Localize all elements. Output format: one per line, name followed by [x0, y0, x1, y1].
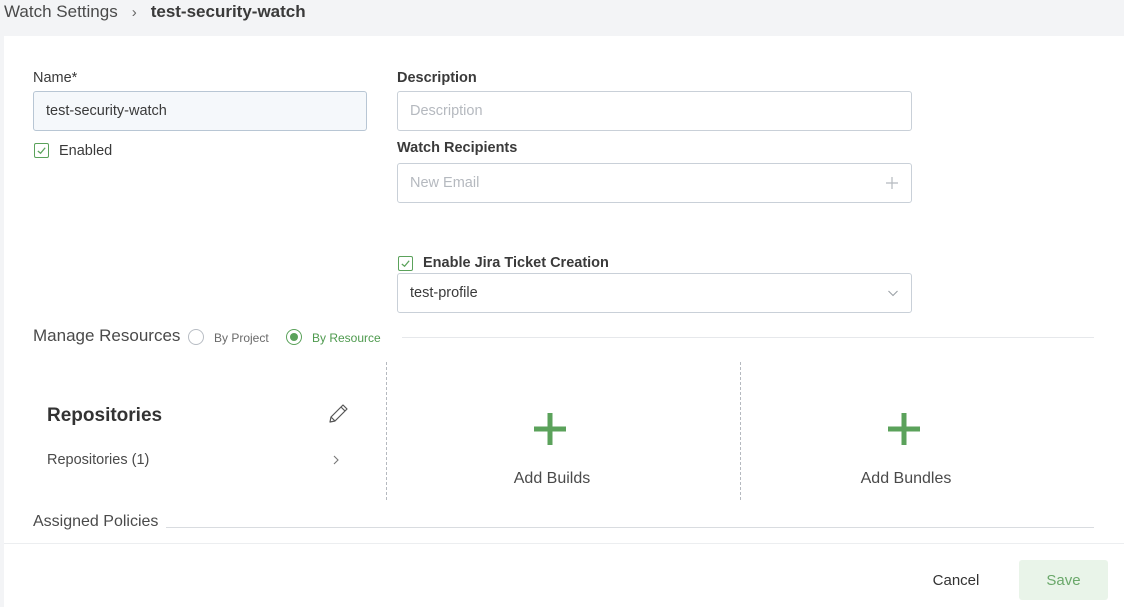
recipient-email-input[interactable]: New Email — [397, 163, 912, 203]
enabled-checkbox[interactable] — [34, 143, 49, 158]
jira-profile-value: test-profile — [410, 285, 478, 301]
jira-ticket-label: Enable Jira Ticket Creation — [423, 255, 609, 271]
breadcrumb: Watch Settings › test-security-watch — [4, 0, 306, 24]
watch-settings-card: Name* test-security-watch Enabled Descri… — [4, 36, 1124, 607]
name-label: Name* — [33, 70, 78, 86]
description-placeholder: Description — [410, 103, 483, 119]
column-divider — [740, 362, 741, 500]
recipient-email-placeholder: New Email — [410, 175, 480, 191]
name-input[interactable]: test-security-watch — [33, 91, 367, 131]
manage-resources-title: Manage Resources — [33, 326, 181, 345]
enabled-label: Enabled — [59, 143, 113, 159]
description-label: Description — [397, 70, 477, 86]
column-divider — [386, 362, 387, 500]
description-input[interactable]: Description — [397, 91, 912, 131]
repositories-item[interactable]: Repositories (1) — [47, 452, 149, 468]
add-builds-label[interactable]: Add Builds — [484, 470, 620, 488]
watch-recipients-label: Watch Recipients — [397, 140, 518, 156]
jira-profile-select[interactable]: test-profile — [397, 273, 912, 313]
add-recipient-plus-icon[interactable] — [885, 176, 899, 190]
breadcrumb-separator: › — [131, 3, 137, 21]
save-button[interactable]: Save — [1019, 560, 1108, 600]
footer-divider — [4, 543, 1124, 544]
pencil-icon[interactable] — [326, 402, 350, 426]
add-bundles-plus-icon[interactable] — [887, 412, 921, 446]
chevron-right-icon[interactable] — [330, 454, 342, 466]
by-resource-label[interactable]: By Resource — [312, 331, 381, 345]
by-project-radio[interactable] — [188, 329, 204, 345]
name-input-value: test-security-watch — [46, 103, 167, 119]
assigned-policies-divider — [166, 527, 1094, 528]
breadcrumb-parent-link[interactable]: Watch Settings — [4, 2, 118, 22]
chevron-down-icon — [888, 290, 898, 297]
by-project-label[interactable]: By Project — [214, 331, 269, 345]
checkmark-icon — [37, 147, 46, 155]
by-resource-radio[interactable] — [286, 329, 302, 345]
add-bundles-label[interactable]: Add Bundles — [838, 470, 974, 488]
checkmark-icon — [401, 260, 410, 268]
add-builds-plus-icon[interactable] — [533, 412, 567, 446]
manage-resources-divider — [402, 337, 1094, 338]
jira-ticket-checkbox[interactable] — [398, 256, 413, 271]
cancel-button[interactable]: Cancel — [914, 560, 998, 600]
assigned-policies-title: Assigned Policies — [33, 513, 159, 530]
breadcrumb-current: test-security-watch — [150, 2, 306, 21]
repositories-title: Repositories — [47, 405, 163, 426]
